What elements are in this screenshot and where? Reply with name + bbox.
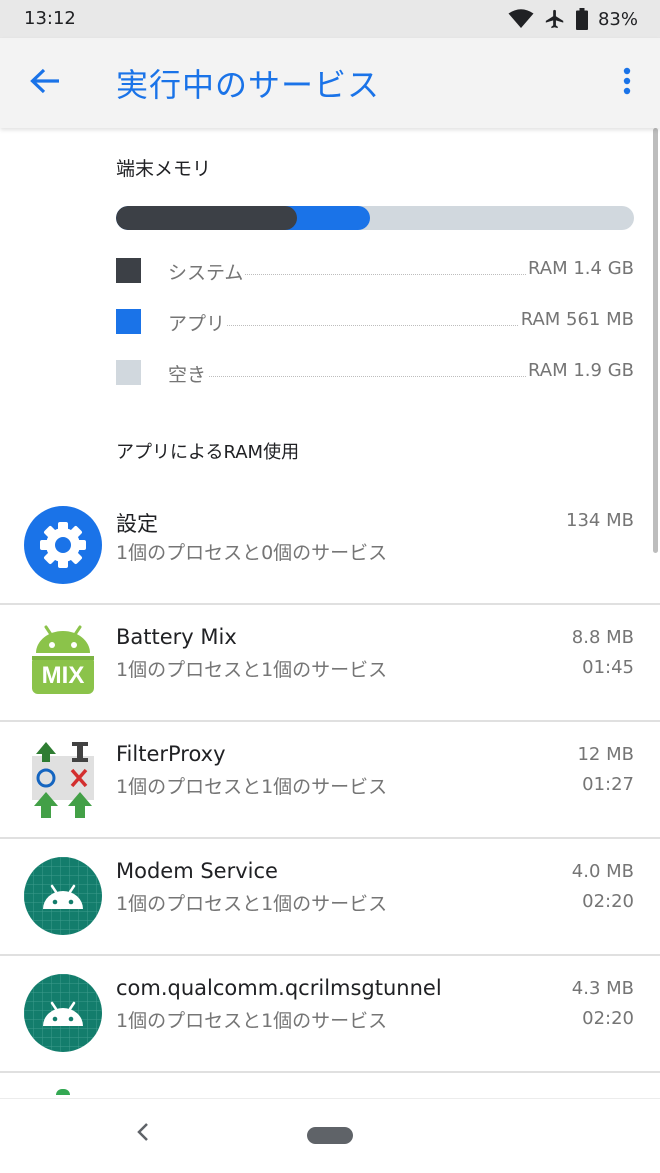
settings-gear-icon [24,506,102,584]
app-desc: 1個のプロセスと1個のサービス [116,893,388,915]
status-bar: 13:12 83% [0,0,660,38]
list-item[interactable]: 設定 1個のプロセスと0個のサービス 134 MB [0,488,660,605]
app-name: Battery Mix [116,625,237,649]
legend-value-system: RAM 1.4 GB [526,258,634,279]
list-item[interactable]: Modem Service 1個のプロセスと1個のサービス 4.0 MB 02:… [0,839,660,956]
app-time: 01:45 [582,657,634,678]
app-time: 01:27 [582,774,634,795]
navigation-bar [0,1098,660,1173]
battery-icon [575,8,588,30]
battery-mix-icon: MIX [24,623,102,701]
app-name: com.qualcomm.qcrilmsgtunnel [116,976,442,1000]
nav-home-pill-icon[interactable] [307,1127,353,1144]
legend-swatch-apps [116,309,141,334]
app-size: 4.0 MB [571,861,634,882]
app-desc: 1個のプロセスと1個のサービス [116,1010,388,1032]
legend-label-apps: アプリ [168,309,228,336]
app-size: 134 MB [566,510,634,531]
list-item[interactable] [0,1073,660,1098]
legend-label-free: 空き [168,360,209,387]
list-item[interactable]: FilterProxy 1個のプロセスと1個のサービス 12 MB 01:27 [0,722,660,839]
app-desc: 1個のプロセスと1個のサービス [116,776,388,798]
app-name: Modem Service [116,859,278,883]
legend-swatch-free [116,360,141,385]
legend-value-free: RAM 1.9 GB [526,360,634,381]
filterproxy-icon [24,740,102,818]
android-robot-icon [24,857,102,935]
legend-row-system: システム RAM 1.4 GB [116,256,634,286]
nav-back-icon [136,1122,150,1146]
legend-label-system: システム [168,258,246,285]
back-button[interactable] [22,62,68,104]
status-icons: 83% [508,6,638,32]
app-time: 02:20 [582,891,634,912]
list-item[interactable]: MIX Battery Mix 1個のプロセスと1個のサービス 8.8 MB 0… [0,605,660,722]
app-icon-partial [56,1089,70,1095]
apps-section-title: アプリによるRAM使用 [116,442,300,463]
memory-bar-system [116,206,297,230]
app-size: 8.8 MB [571,627,634,648]
nav-back-button[interactable] [128,1119,158,1149]
more-vert-icon [623,67,631,99]
legend-row-apps: アプリ RAM 561 MB [116,307,634,337]
legend-row-free: 空き RAM 1.9 GB [116,358,634,388]
page-title: 実行中のサービス [116,66,381,104]
content-area[interactable]: 端末メモリ システム RAM 1.4 GB アプリ RAM 561 MB 空き … [0,128,660,1098]
app-name: 設定 [116,512,158,536]
arrow-back-icon [29,67,61,99]
wifi-icon [508,9,534,29]
app-size: 4.3 MB [571,978,634,999]
app-bar: 実行中のサービス [0,38,660,128]
legend-value-apps: RAM 561 MB [518,309,634,330]
status-time: 13:12 [24,8,76,29]
app-size: 12 MB [577,744,634,765]
memory-usage-bar [116,206,634,230]
airplane-icon [544,8,566,30]
app-list: 設定 1個のプロセスと0個のサービス 134 MB MIX Battery Mi… [0,488,660,1098]
app-time: 02:20 [582,1008,634,1029]
memory-section-title: 端末メモリ [116,158,212,180]
legend-swatch-system [116,258,141,283]
list-item[interactable]: com.qualcomm.qcrilmsgtunnel 1個のプロセスと1個のサ… [0,956,660,1073]
app-name: FilterProxy [116,742,226,766]
app-desc: 1個のプロセスと1個のサービス [116,659,388,681]
battery-percent: 83% [597,8,638,30]
android-robot-icon [24,974,102,1052]
more-options-button[interactable] [612,62,642,104]
battery-mix-icon-text: MIX [41,662,85,689]
app-desc: 1個のプロセスと0個のサービス [116,542,388,564]
scrollbar-thumb[interactable] [653,128,658,553]
